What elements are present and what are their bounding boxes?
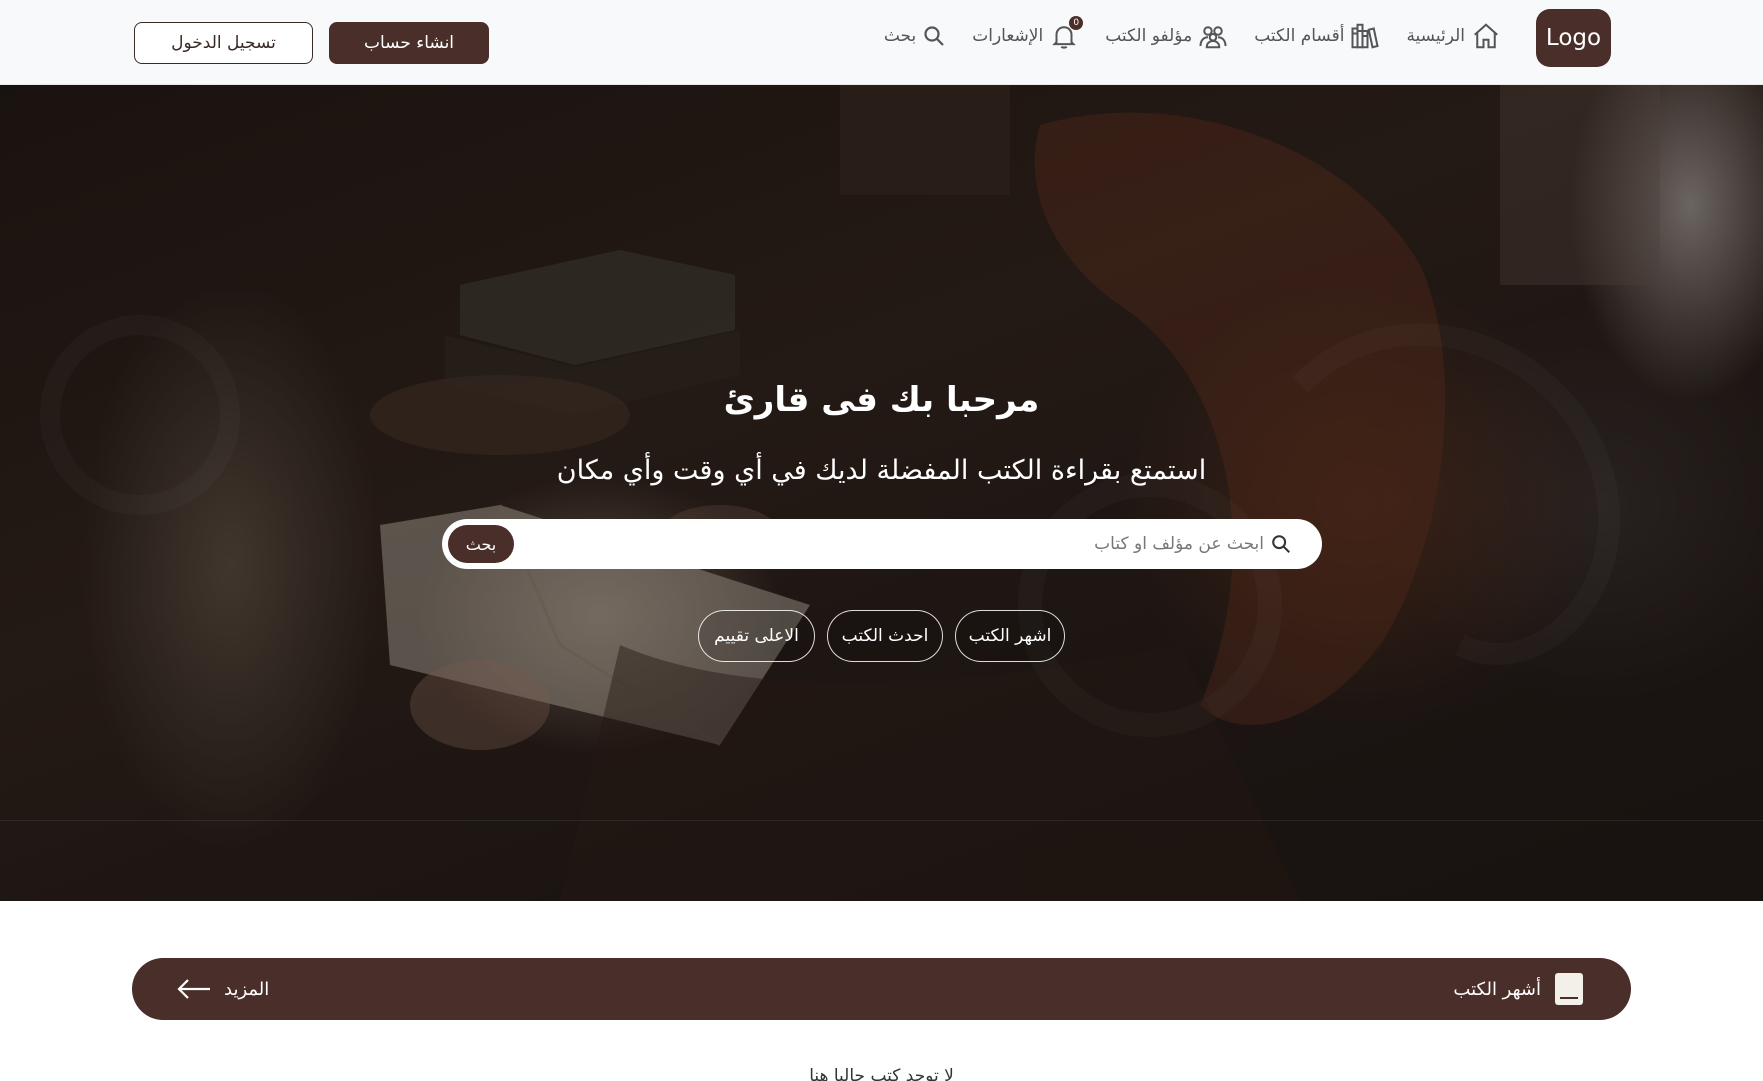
nav-label-home: الرئيسية [1406,26,1465,46]
nav-item-categories[interactable]: أقسام الكتب [1254,21,1380,51]
search-icon [924,26,945,46]
search-input[interactable] [564,519,1264,569]
nav-item-notifications[interactable]: 0 الإشعارات [972,16,1084,51]
arrow-left-icon [177,979,210,999]
section-title: أشهر الكتب [1453,958,1583,1020]
hero-subtitle: استمتع بقراءة الكتب المفضلة لديك في أي و… [556,455,1207,486]
nav-label-authors: مؤلفو الكتب [1105,26,1193,46]
nav-label-categories: أقسام الكتب [1254,26,1345,46]
home-icon [1474,23,1498,49]
empty-state-text: لا توجد كتب حاليا هنا [809,1066,954,1081]
nav-label-notifications: الإشعارات [972,26,1044,46]
hero-title: مرحبا بك فى قارئ [723,380,1040,420]
filter-top-rated-button[interactable]: الاعلى تقييم [698,610,815,662]
search-icon [1270,533,1292,555]
login-button[interactable]: تسجيل الدخول [134,22,313,64]
users-icon [1199,26,1227,49]
nav-item-search[interactable]: بحث [884,24,946,48]
filter-popular-button[interactable]: اشهر الكتب [955,610,1065,662]
hero-search-box: بحث [442,519,1322,569]
section-title-label: أشهر الكتب [1453,978,1541,1000]
notification-badge: 0 [1069,16,1084,30]
bookshelf-icon [1351,23,1380,49]
book-icon [1555,973,1583,1005]
filter-latest-button[interactable]: احدث الكتب [827,610,943,662]
register-button[interactable]: انشاء حساب [329,22,489,64]
more-link[interactable]: المزيد [176,958,269,1020]
nav-label-search: بحث [883,26,917,46]
hero-banner: مرحبا بك فى قارئ استمتع بقراءة الكتب الم… [0,85,1763,901]
nav-item-authors[interactable]: مؤلفو الكتب [1105,21,1228,51]
popular-books-header: أشهر الكتب المزيد [132,958,1631,1020]
logo[interactable]: Logo [1536,9,1611,67]
more-label: المزيد [224,978,270,1000]
top-header: Logo الرئيسية أقسام الكتب مؤلفو الكتب 0 … [0,0,1763,85]
hero-divider [0,820,1763,821]
hero-overlay [0,85,1763,901]
bell-icon-wrap: 0 [1049,16,1084,51]
search-button[interactable]: بحث [448,525,514,563]
filter-pills: اشهر الكتب احدث الكتب الاعلى تقييم [0,610,1763,662]
nav-item-home[interactable]: الرئيسية [1406,21,1501,51]
main-nav: الرئيسية أقسام الكتب مؤلفو الكتب 0 الإشع… [884,0,1501,72]
